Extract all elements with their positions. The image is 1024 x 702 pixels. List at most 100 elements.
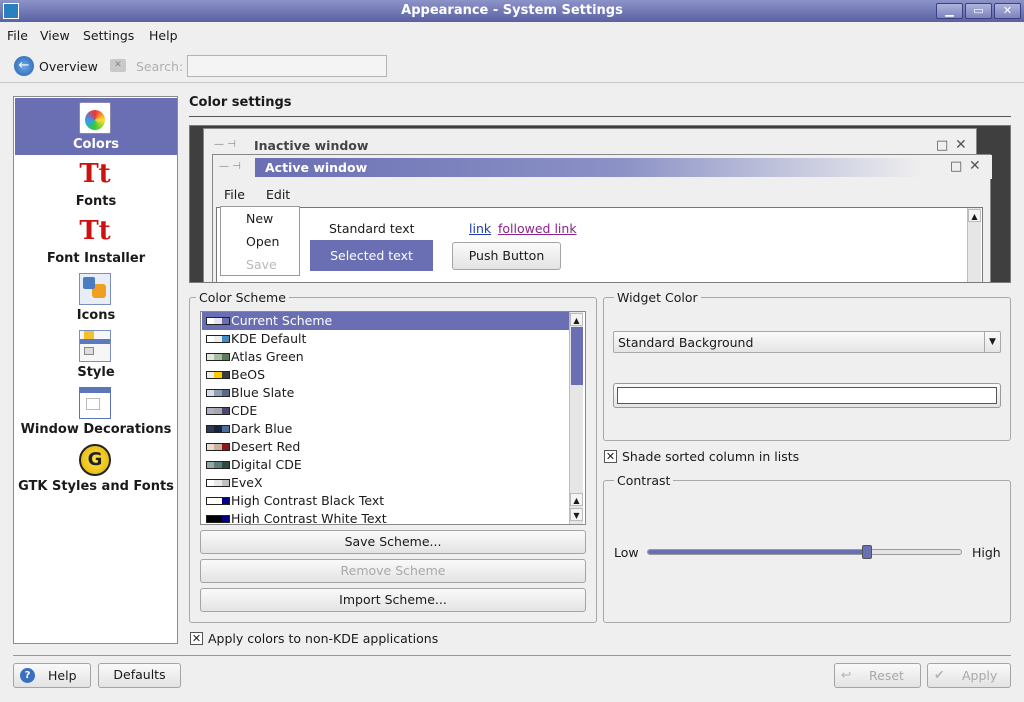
reset-button[interactable]: ↩ Reset bbox=[834, 663, 921, 688]
defaults-button[interactable]: Defaults bbox=[98, 663, 181, 688]
scheme-name: Current Scheme bbox=[231, 313, 333, 328]
preview-content: New Open Save Standard text Selected tex… bbox=[216, 206, 983, 282]
font-installer-icon: Tt bbox=[79, 216, 111, 246]
pin-icon: — ⊣ bbox=[214, 139, 236, 150]
scheme-list[interactable]: Current Scheme KDE Default Atlas Green BeOS… bbox=[200, 311, 586, 525]
scrollbar-thumb[interactable] bbox=[571, 327, 583, 385]
scheme-name: Atlas Green bbox=[231, 349, 304, 364]
overview-button[interactable]: ← Overview bbox=[12, 54, 98, 78]
sidebar-item-style[interactable]: Style bbox=[15, 326, 177, 383]
sidebar-item-icons[interactable]: Icons bbox=[15, 269, 177, 326]
sidebar-item-colors[interactable]: Colors bbox=[15, 98, 177, 155]
menu-bar: File View Settings Help bbox=[0, 26, 1024, 46]
title-bar[interactable]: Appearance - System Settings ▁ ▭ ✕ bbox=[0, 0, 1024, 22]
scheme-name: Dark Blue bbox=[231, 421, 293, 436]
scheme-swatch-icon bbox=[206, 335, 230, 343]
sidebar-item-font-installer[interactable]: Tt Font Installer bbox=[15, 212, 177, 269]
scheme-name: EveX bbox=[231, 475, 263, 490]
list-item[interactable]: Atlas Green bbox=[202, 348, 567, 366]
list-item[interactable]: Blue Slate bbox=[202, 384, 567, 402]
list-item[interactable]: KDE Default bbox=[202, 330, 567, 348]
list-item[interactable]: Digital CDE bbox=[202, 456, 567, 474]
maximize-icon: □ bbox=[950, 159, 963, 174]
checkmark-icon: ✔ bbox=[934, 667, 945, 682]
active-window: — ⊣ Active window □ ✕ File Edit New Open… bbox=[212, 154, 992, 282]
scroll-up-icon[interactable]: ▲ bbox=[570, 313, 583, 326]
widget-color-select[interactable]: Standard Background ▼ bbox=[613, 331, 1001, 353]
search-input[interactable] bbox=[187, 55, 387, 77]
scroll-up-icon[interactable]: ▲ bbox=[570, 493, 583, 506]
sidebar-item-gtk-styles-and-fonts[interactable]: G GTK Styles and Fonts bbox=[15, 440, 177, 497]
list-item[interactable]: CDE bbox=[202, 402, 567, 420]
inactive-window-title: Inactive window bbox=[254, 138, 369, 153]
pin-icon: — ⊣ bbox=[219, 161, 241, 172]
minimize-button[interactable]: ▁ bbox=[936, 3, 963, 19]
icons-icon bbox=[79, 273, 111, 305]
preview-popup-save: Save bbox=[246, 257, 277, 272]
menu-help[interactable]: Help bbox=[149, 28, 178, 43]
scheme-name: Digital CDE bbox=[231, 457, 302, 472]
scheme-swatch-icon bbox=[206, 425, 230, 433]
scheme-swatch-icon bbox=[206, 461, 230, 469]
scheme-name: CDE bbox=[231, 403, 258, 418]
close-button[interactable]: ✕ bbox=[994, 3, 1021, 19]
sidebar-item-label: Fonts bbox=[75, 194, 117, 209]
scheme-name: KDE Default bbox=[231, 331, 307, 346]
scheme-list-scrollbar[interactable]: ▲ ▲ ▼ bbox=[569, 312, 583, 524]
toolbar: ← Overview ✕ Search: bbox=[0, 53, 1024, 79]
preview-menu-file: File bbox=[224, 187, 245, 202]
sidebar-item-label: Icons bbox=[76, 308, 116, 323]
preview-popup-open: Open bbox=[246, 234, 280, 249]
shade-sorted-checkbox[interactable]: ✕ bbox=[604, 450, 617, 463]
menu-file[interactable]: File bbox=[7, 28, 28, 43]
fonts-icon: Tt bbox=[79, 159, 111, 189]
help-button[interactable]: ? Help bbox=[13, 663, 91, 688]
close-icon: ✕ bbox=[955, 137, 967, 153]
sidebar-item-window-decorations[interactable]: Window Decorations bbox=[15, 383, 177, 440]
scheme-swatch-icon bbox=[206, 371, 230, 379]
menu-settings[interactable]: Settings bbox=[83, 28, 134, 43]
preview-popup-menu: New Open Save bbox=[220, 206, 300, 276]
list-item[interactable]: BeOS bbox=[202, 366, 567, 384]
heading-rule bbox=[189, 116, 1011, 117]
scroll-down-icon[interactable]: ▼ bbox=[570, 508, 583, 521]
apply-button[interactable]: ✔ Apply bbox=[927, 663, 1011, 688]
contrast-slider[interactable] bbox=[647, 545, 962, 559]
apply-nonkde-checkbox[interactable]: ✕ bbox=[190, 632, 203, 645]
scheme-name: Blue Slate bbox=[231, 385, 295, 400]
contrast-slider-handle[interactable] bbox=[862, 545, 873, 559]
sidebar: Colors Tt Fonts Tt Font Installer Icons … bbox=[13, 96, 178, 644]
help-icon: ? bbox=[20, 668, 35, 683]
scheme-name: Desert Red bbox=[231, 439, 301, 454]
clear-search-icon[interactable]: ✕ bbox=[110, 59, 126, 72]
preview-standard-text: Standard text bbox=[329, 221, 415, 236]
overview-label: Overview bbox=[39, 59, 98, 74]
reset-button-label: Reset bbox=[869, 668, 904, 683]
list-item[interactable]: EveX bbox=[202, 474, 567, 492]
scheme-name: High Contrast White Text bbox=[231, 511, 387, 525]
list-item[interactable]: Dark Blue bbox=[202, 420, 567, 438]
widget-color-value: Standard Background bbox=[618, 335, 754, 350]
contrast-slider-fill bbox=[648, 550, 868, 554]
color-scheme-label: Color Scheme bbox=[196, 290, 289, 305]
maximize-button[interactable]: ▭ bbox=[965, 3, 992, 19]
list-item[interactable]: High Contrast Black Text bbox=[202, 492, 567, 510]
footer-divider bbox=[13, 655, 1011, 656]
preview-push-button: Push Button bbox=[452, 242, 561, 270]
contrast-low-label: Low bbox=[614, 545, 639, 560]
import-scheme-button[interactable]: Import Scheme... bbox=[200, 588, 586, 612]
widget-color-swatch bbox=[617, 387, 997, 404]
search-label: Search: bbox=[136, 59, 184, 74]
active-window-title: Active window bbox=[265, 160, 368, 175]
save-scheme-button[interactable]: Save Scheme... bbox=[200, 530, 586, 554]
remove-scheme-button[interactable]: Remove Scheme bbox=[200, 559, 586, 583]
menu-view[interactable]: View bbox=[40, 28, 70, 43]
list-item[interactable]: Desert Red bbox=[202, 438, 567, 456]
widget-color-swatch-button[interactable] bbox=[613, 383, 1001, 408]
list-item[interactable]: High Contrast White Text bbox=[202, 510, 567, 525]
sidebar-item-label: Font Installer bbox=[46, 251, 146, 266]
list-item[interactable]: Current Scheme bbox=[202, 312, 569, 330]
preview-selected-text: Selected text bbox=[310, 240, 433, 271]
sidebar-item-label: Colors bbox=[72, 137, 119, 152]
sidebar-item-fonts[interactable]: Tt Fonts bbox=[15, 155, 177, 212]
